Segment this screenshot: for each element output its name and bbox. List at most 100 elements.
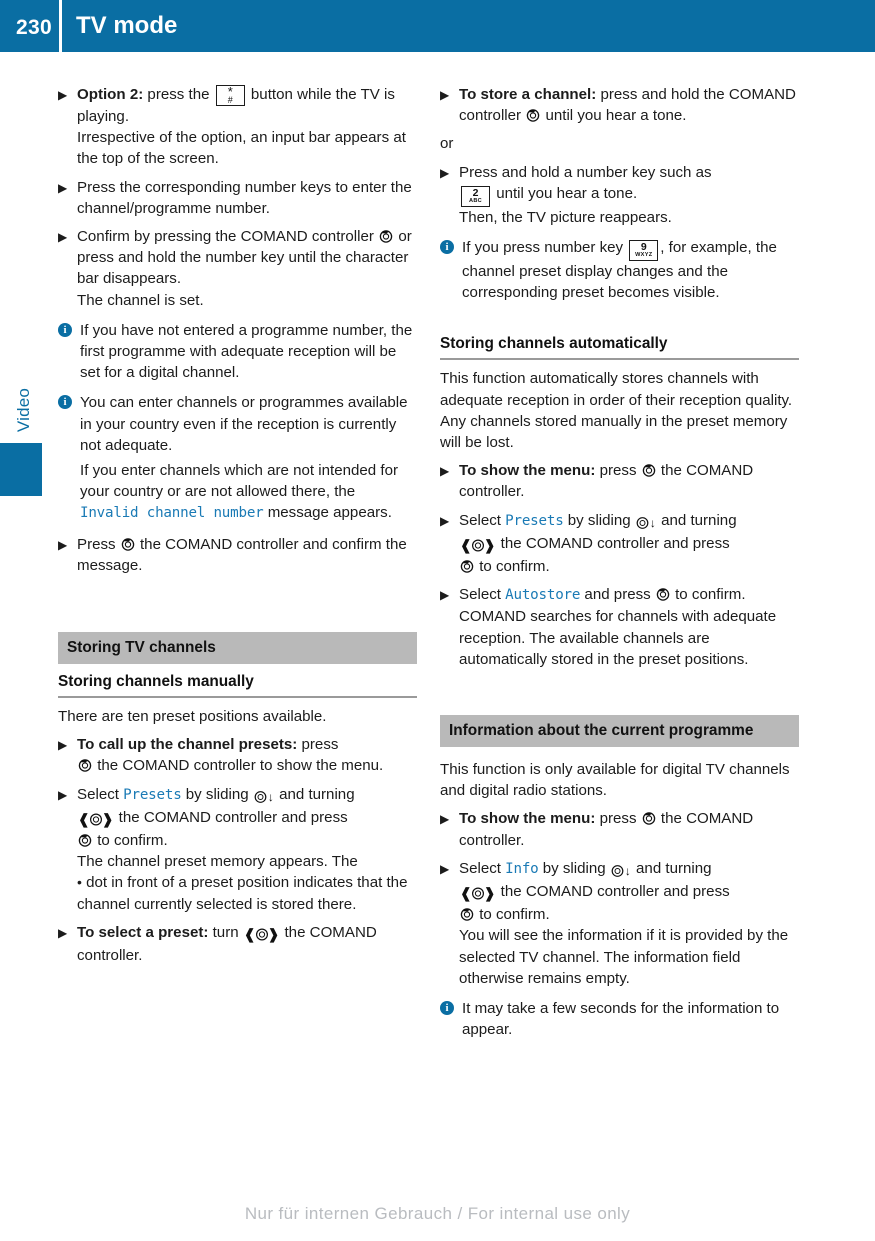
comand-turn-icon: ❰ ❱ xyxy=(78,809,113,830)
comand-turn-icon: ❰ ❱ xyxy=(244,924,279,945)
info-icon: i xyxy=(440,240,454,255)
comand-press-icon xyxy=(379,229,393,243)
number-key-9-icon: 9 WXYZ xyxy=(629,240,659,262)
step-continuation: COMAND searches for channels with adequa… xyxy=(459,608,777,668)
section-banner-information-current-programme: Information about the current programme xyxy=(440,715,799,748)
step-text-mid3: the COMAND controller and press xyxy=(496,883,730,901)
note-text-2-after: message appears. xyxy=(263,504,392,522)
step-text-tail: to confirm. xyxy=(93,832,168,850)
step-continuation-b: dot in front of a preset position indica… xyxy=(77,874,408,913)
bullet-arrow-icon: ▶ xyxy=(58,738,68,753)
note-country-channels: i You can enter channels or programmes a… xyxy=(58,392,417,524)
step-text: Press xyxy=(77,535,120,553)
subheading-storing-manually: Storing channels manually xyxy=(58,664,417,699)
step-text: Press and hold a number key such as xyxy=(459,163,712,181)
comand-press-icon xyxy=(656,587,670,601)
step-call-up-presets: ▶ To call up the channel presets: press … xyxy=(58,734,417,776)
step-text-tail: to confirm. xyxy=(670,586,746,604)
bullet-arrow-icon: ▶ xyxy=(440,88,450,102)
step-continuation: The channel is set. xyxy=(77,291,204,309)
step-text-mid: and press xyxy=(580,586,655,604)
bullet-arrow-icon: ▶ xyxy=(58,925,68,940)
comand-press-icon xyxy=(78,758,92,773)
step-number-keys: ▶ Press the corresponding number keys to… xyxy=(58,177,417,219)
step-select-autostore: ▶ Select Autostore and press to confirm.… xyxy=(440,584,799,670)
note-programme-number: i If you have not entered a programme nu… xyxy=(58,320,417,384)
side-tab-marker xyxy=(0,443,42,496)
bullet-arrow-icon: ▶ xyxy=(440,812,450,827)
step-continuation-a: The channel preset memory appears. The xyxy=(77,853,358,871)
step-lead: To select a preset: xyxy=(77,923,209,941)
step-text-tail: to confirm. xyxy=(475,906,550,924)
page-title: TV mode xyxy=(76,12,178,39)
side-tab-label: Video xyxy=(14,387,33,433)
comand-press-icon xyxy=(642,811,656,826)
comand-press-icon xyxy=(460,559,474,573)
step-text-mid1: by sliding xyxy=(181,785,253,803)
slide-arrow-glyph: ↓ xyxy=(649,515,656,530)
step-continuation: Then, the TV picture reappears. xyxy=(459,208,672,226)
intro-preset-positions: There are ten preset positions available… xyxy=(58,708,327,726)
page-number: 230 xyxy=(16,16,52,39)
note-text: It may take a few seconds for the inform… xyxy=(462,1000,780,1039)
step-option-2: ▶ Option 2: press the * # button while th… xyxy=(58,84,417,170)
turn-right-glyph: ❱ xyxy=(267,925,280,942)
slide-arrow-glyph: ↓ xyxy=(267,789,274,804)
step-confirm-press: ▶ Confirm by pressing the COMAND control… xyxy=(58,226,417,311)
step-text-after: until you hear a tone. xyxy=(492,184,638,202)
bullet-arrow-icon: ▶ xyxy=(440,464,450,479)
step-lead: To show the menu: xyxy=(459,462,596,480)
note-text: If you have not entered a programme numb… xyxy=(80,321,413,382)
step-text: press xyxy=(297,736,339,754)
number-key-2-icon: 2 ABC xyxy=(461,185,490,207)
slide-arrow-glyph: ↓ xyxy=(624,863,631,878)
left-column: ▶ Option 2: press the * # button while th… xyxy=(58,84,417,973)
invalid-channel-code: Invalid channel number xyxy=(80,505,264,522)
info-icon: i xyxy=(440,1001,454,1016)
step-text-mid2: and turning xyxy=(656,511,737,529)
presets-menu-code: Presets xyxy=(505,512,564,529)
step-text: Select xyxy=(77,785,124,803)
step-lead: To store a channel: xyxy=(459,86,597,103)
auto-intro-text: This function automatically stores chann… xyxy=(440,370,793,452)
step-text: Confirm by pressing the COMAND controlle… xyxy=(77,228,379,246)
step-store-channel: ▶ To store a channel: press and hold the… xyxy=(440,84,799,126)
comand-slide-down-icon: ↓ xyxy=(636,512,656,533)
header-divider xyxy=(59,0,62,52)
bullet-arrow-icon: ▶ xyxy=(440,165,450,180)
subheading-storing-automatically: Storing channels automatically xyxy=(440,326,799,361)
footer-watermark: Nur für internen Gebrauch / For internal… xyxy=(244,1204,631,1223)
step-text: Select xyxy=(459,586,506,604)
presets-menu-code: Presets xyxy=(123,786,182,803)
comand-turn-icon: ❰ ❱ xyxy=(460,535,495,556)
step-select-presets: ▶ Select Presets by sliding ↓ and turnin… xyxy=(58,784,417,915)
key-digit: 9 xyxy=(640,241,647,254)
info-menu-code: Info xyxy=(505,860,539,877)
comand-slide-down-icon: ↓ xyxy=(611,860,631,881)
step-text-mid3: the COMAND controller and press xyxy=(496,534,730,552)
step-lead: Option 2: xyxy=(77,86,144,103)
info-icon: i xyxy=(58,322,72,337)
turn-right-glyph: ❱ xyxy=(483,885,496,902)
key-sub: WXYZ xyxy=(635,252,653,259)
comand-press-icon xyxy=(78,833,92,847)
step-text-after: the COMAND controller to show the menu. xyxy=(93,757,384,775)
step-text-mid1: by sliding xyxy=(563,511,635,529)
bullet-arrow-icon: ▶ xyxy=(58,230,68,245)
comand-press-icon xyxy=(460,907,474,922)
info-intro-text: This function is only available for digi… xyxy=(440,761,790,800)
bullet-arrow-icon: ▶ xyxy=(58,88,68,102)
comand-slide-down-icon: ↓ xyxy=(254,786,274,807)
step-text-mid3: the COMAND controller and press xyxy=(114,808,348,826)
info-icon: i xyxy=(58,395,72,410)
step-select-a-preset: ▶ To select a preset: turn ❰ ❱ the COMAND… xyxy=(58,922,417,966)
step-text: turn xyxy=(208,923,243,941)
key-digit: 2 xyxy=(472,186,479,199)
star-hash-key-icon: * # xyxy=(215,85,245,106)
section-banner-storing-tv-channels: Storing TV channels xyxy=(58,632,417,665)
note-text: If you press number key xyxy=(462,239,628,257)
step-continuation: Irrespective of the option, an input bar… xyxy=(77,129,406,168)
bullet-arrow-icon: ▶ xyxy=(58,787,68,802)
note-text: You can enter channels or programmes ava… xyxy=(80,394,408,454)
comand-press-icon xyxy=(121,537,135,551)
